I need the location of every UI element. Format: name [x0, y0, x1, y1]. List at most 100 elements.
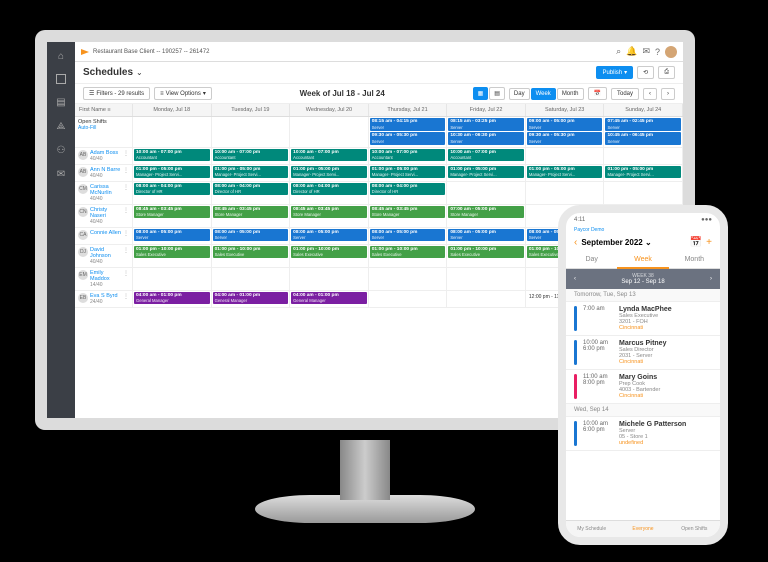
- schedule-cell[interactable]: 08:45 am - 03:45 pmStore Manager: [133, 205, 212, 227]
- schedule-cell[interactable]: 08:00 am - 05:00 pmServer: [369, 228, 448, 244]
- shift-item[interactable]: 10:00 am6:00 pmMarcus PitneySales Direct…: [566, 336, 720, 370]
- schedule-cell[interactable]: [290, 268, 369, 290]
- schedule-cell[interactable]: 01:00 pm - 10:00 pmSales Executive: [290, 245, 369, 267]
- schedule-cell[interactable]: 08:00 am - 04:00 pmDirector of HR: [290, 182, 369, 204]
- schedule-cell[interactable]: 08:00 am - 04:00 pmDirector of HR: [212, 182, 291, 204]
- schedule-cell[interactable]: [447, 291, 526, 307]
- schedule-cell[interactable]: 04:00 am - 01:00 pmGeneral Manager: [290, 291, 369, 307]
- next-week-icon[interactable]: ›: [710, 276, 712, 282]
- column-header[interactable]: First Name ≡: [75, 104, 133, 116]
- schedule-cell[interactable]: 01:00 pm - 10:00 pmSales Executive: [447, 245, 526, 267]
- schedule-cell[interactable]: [447, 268, 526, 290]
- nav-my-schedule[interactable]: My Schedule: [566, 521, 617, 537]
- employee-cell[interactable]: EBEva S Byrd24/40⋮: [75, 291, 133, 307]
- schedule-cell[interactable]: [133, 117, 212, 147]
- schedule-cell[interactable]: [369, 268, 448, 290]
- schedule-cell[interactable]: 04:00 am - 01:00 pmGeneral Manager: [133, 291, 212, 307]
- schedule-cell[interactable]: 10:00 am - 07:00 pmAccountant: [369, 148, 448, 164]
- column-header[interactable]: Wednesday, Jul 20: [290, 104, 369, 116]
- month-selector[interactable]: September 2022 ⌄: [581, 238, 685, 247]
- back-icon[interactable]: ‹: [574, 237, 577, 248]
- schedule-cell[interactable]: 01:00 pm - 05:00 pmManager- Project Serv…: [369, 165, 448, 181]
- month-tab[interactable]: Month: [557, 88, 584, 100]
- shift-item[interactable]: 7:00 amLynda MacPheeSales Executive3201 …: [566, 302, 720, 336]
- nav-open-shifts[interactable]: Open Shifts: [669, 521, 720, 537]
- chart-icon[interactable]: ▤: [55, 96, 67, 108]
- nav-everyone[interactable]: Everyone: [617, 521, 668, 537]
- schedule-cell[interactable]: 08:15 am - 04:15 pmServer09:30 am - 05:3…: [369, 117, 448, 147]
- help-icon[interactable]: ?: [655, 47, 660, 57]
- tab-month[interactable]: Month: [669, 252, 720, 269]
- view-options-button[interactable]: ≡ View Options ▾: [154, 87, 212, 100]
- schedule-cell[interactable]: 01:00 pm - 05:00 pmManager- Project Serv…: [212, 165, 291, 181]
- schedule-cell[interactable]: 07:45 am - 02:45 pmServer10:45 am - 06:4…: [604, 117, 683, 147]
- shift-item[interactable]: 10:00 am6:00 pmMichele G PattersonServer…: [566, 417, 720, 451]
- schedule-cell[interactable]: 08:00 am - 05:00 pmServer: [290, 228, 369, 244]
- schedule-cell[interactable]: 08:45 am - 03:45 pmStore Manager: [290, 205, 369, 227]
- filters-button[interactable]: ☰ Filters - 29 results: [83, 87, 150, 100]
- column-header[interactable]: Thursday, Jul 21: [369, 104, 448, 116]
- schedule-cell[interactable]: [212, 268, 291, 290]
- schedule-cell[interactable]: [447, 182, 526, 204]
- employee-cell[interactable]: CMCarissa McNurlin40/40⋮: [75, 182, 133, 204]
- schedule-cell[interactable]: [369, 291, 448, 307]
- tab-week[interactable]: Week: [617, 252, 668, 269]
- schedule-cell[interactable]: 01:00 pm - 10:00 pmSales Executive: [369, 245, 448, 267]
- schedule-cell[interactable]: [604, 182, 683, 204]
- column-header[interactable]: Tuesday, Jul 19: [212, 104, 291, 116]
- employee-cell[interactable]: DJDavid Johnson40/40⋮: [75, 245, 133, 267]
- date-picker-icon[interactable]: 📅: [588, 87, 607, 100]
- employee-cell[interactable]: ABAnn N Barre40/40⋮: [75, 165, 133, 181]
- schedule-cell[interactable]: [604, 148, 683, 164]
- schedule-cell[interactable]: 08:00 am - 04:00 pmDirector of HR: [133, 182, 212, 204]
- next-button[interactable]: ›: [661, 88, 675, 100]
- schedule-cell[interactable]: 01:00 pm - 05:00 pmManager- Project Serv…: [447, 165, 526, 181]
- schedule-cell[interactable]: [133, 268, 212, 290]
- column-header[interactable]: Monday, Jul 18: [133, 104, 212, 116]
- print-button[interactable]: ⎙: [658, 66, 675, 79]
- chevron-down-icon[interactable]: ⌄: [136, 68, 143, 77]
- schedule-cell[interactable]: 08:45 am - 03:45 pmStore Manager: [369, 205, 448, 227]
- schedule-cell[interactable]: 08:15 am - 03:25 pmServer10:30 am - 06:3…: [447, 117, 526, 147]
- employee-cell[interactable]: CNChristy Naseri40/40⋮: [75, 205, 133, 227]
- schedule-cell[interactable]: 08:45 am - 03:45 pmStore Manager: [212, 205, 291, 227]
- column-header[interactable]: Friday, Jul 22: [447, 104, 526, 116]
- schedule-cell[interactable]: 10:00 am - 07:00 pmAccountant: [447, 148, 526, 164]
- calendar-icon[interactable]: [56, 74, 66, 84]
- schedule-cell[interactable]: 10:00 am - 07:00 pmAccountant: [290, 148, 369, 164]
- prev-button[interactable]: ‹: [643, 88, 657, 100]
- schedule-cell[interactable]: 01:00 pm - 10:00 pmSales Executive: [133, 245, 212, 267]
- day-tab[interactable]: Day: [509, 88, 530, 100]
- schedule-cell[interactable]: [526, 182, 605, 204]
- schedule-cell[interactable]: 09:00 am - 05:00 pmServer09:30 am - 05:3…: [526, 117, 605, 147]
- people-icon[interactable]: ⚇: [55, 144, 67, 156]
- schedule-cell[interactable]: [526, 148, 605, 164]
- schedule-cell[interactable]: 08:00 am - 05:00 pmServer: [133, 228, 212, 244]
- list-view-icon[interactable]: ▤: [489, 87, 505, 100]
- schedule-cell[interactable]: 01:00 pm - 05:00 pmManager- Project Serv…: [290, 165, 369, 181]
- schedule-cell[interactable]: 01:00 pm - 10:00 pmSales Executive: [212, 245, 291, 267]
- schedule-cell[interactable]: 08:00 am - 04:00 pmDirector of HR: [369, 182, 448, 204]
- search-icon[interactable]: ⌕: [616, 46, 621, 57]
- employee-cell[interactable]: CAConnie Allen⋮: [75, 228, 133, 244]
- message-icon[interactable]: ✉: [642, 46, 650, 57]
- schedule-cell[interactable]: [212, 117, 291, 147]
- employee-cell[interactable]: EMEmily Maddox14/40⋮: [75, 268, 133, 290]
- schedule-cell[interactable]: 01:00 pm - 05:00 pmManager- Project Serv…: [133, 165, 212, 181]
- bell-icon[interactable]: 🔔: [626, 46, 637, 57]
- avatar[interactable]: [665, 46, 677, 58]
- grid-view-icon[interactable]: ▦: [473, 87, 489, 100]
- add-icon[interactable]: +: [706, 237, 712, 248]
- column-header[interactable]: Sunday, Jul 24: [604, 104, 683, 116]
- chat-icon[interactable]: ✉: [55, 168, 67, 180]
- schedule-cell[interactable]: [290, 117, 369, 147]
- home-icon[interactable]: ⌂: [55, 50, 67, 62]
- column-header[interactable]: Saturday, Jul 23: [526, 104, 605, 116]
- schedule-cell[interactable]: 08:00 am - 05:00 pmServer: [212, 228, 291, 244]
- schedule-cell[interactable]: 07:00 am - 05:00 pmStore Manager: [447, 205, 526, 227]
- employee-cell[interactable]: ABAdam Boss40/40⋮: [75, 148, 133, 164]
- week-tab[interactable]: Week: [531, 88, 556, 100]
- schedule-cell[interactable]: 08:00 am - 05:00 pmServer: [447, 228, 526, 244]
- shift-item[interactable]: 11:00 am8:00 pmMary GoinsPrep Cook4003 -…: [566, 370, 720, 404]
- today-button[interactable]: Today: [611, 88, 639, 100]
